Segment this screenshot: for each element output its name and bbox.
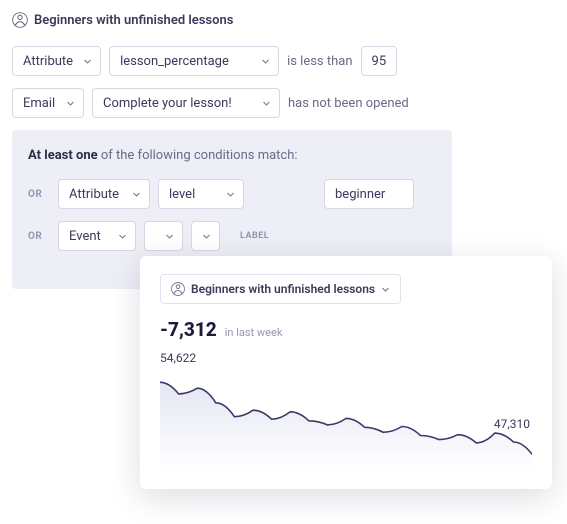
chart-segment-select[interactable]: Beginners with unfinished lessons: [160, 274, 401, 304]
segment-title-text: Beginners with unfinished lessons: [34, 13, 233, 28]
or-label: OR: [28, 231, 50, 242]
filter-email-status: has not been opened: [288, 96, 409, 111]
chevron-down-icon: [261, 57, 270, 66]
condition-operator-select[interactable]: [191, 221, 220, 251]
chevron-down-icon: [165, 232, 174, 241]
chart-svg: [160, 353, 532, 473]
condition-attribute-label: level: [169, 187, 195, 202]
chart-end-label: 47,310: [494, 417, 530, 431]
condition-value-input[interactable]: beginner: [324, 179, 414, 209]
chevron-down-icon: [381, 285, 390, 294]
or-label: OR: [28, 189, 50, 200]
chevron-down-icon: [226, 190, 235, 199]
chevron-down-icon: [202, 232, 211, 241]
condition-value: beginner: [335, 187, 385, 202]
filter-operator-text: is less than: [287, 54, 352, 69]
filter-attribute-label: lesson_percentage: [120, 54, 229, 69]
filter-row-attribute: Attribute lesson_percentage is less than…: [12, 46, 555, 76]
condition-attribute-select[interactable]: level: [158, 179, 244, 209]
filter-email-select[interactable]: Complete your lesson!: [92, 88, 280, 118]
audience-icon: [12, 12, 28, 28]
condition-attribute-select[interactable]: [144, 221, 183, 251]
condition-row: OR Event LABEL: [28, 221, 436, 251]
condition-type-label: Event: [69, 229, 101, 244]
filter-type-select[interactable]: Attribute: [12, 46, 101, 76]
chart-start-label: 54,622: [160, 351, 196, 365]
chart-card: Beginners with unfinished lessons -7,312…: [140, 256, 552, 489]
filter-type-label: Attribute: [23, 54, 73, 69]
chart-stat: -7,312 in last week: [160, 318, 532, 341]
filter-value-input[interactable]: 95: [361, 46, 398, 76]
segment-title: Beginners with unfinished lessons: [12, 12, 555, 28]
filter-row-email: Email Complete your lesson! has not been…: [12, 88, 555, 118]
filter-attribute-select[interactable]: lesson_percentage: [109, 46, 279, 76]
condition-type-select[interactable]: Attribute: [58, 179, 150, 209]
chevron-down-icon: [262, 99, 271, 108]
filter-value: 95: [372, 54, 387, 69]
conditions-title: At least one of the following conditions…: [28, 148, 436, 163]
chevron-down-icon: [83, 57, 92, 66]
filter-type-select[interactable]: Email: [12, 88, 84, 118]
chevron-down-icon: [132, 190, 141, 199]
chart-period: in last week: [225, 326, 283, 339]
condition-type-label: Attribute: [69, 187, 119, 202]
conditions-title-strong: At least one: [28, 148, 98, 163]
condition-label-tag: LABEL: [240, 231, 269, 241]
filter-email-label: Complete your lesson!: [103, 96, 232, 111]
chevron-down-icon: [118, 232, 127, 241]
condition-row: OR Attribute level beginner: [28, 179, 436, 209]
conditions-title-rest: of the following conditions match:: [98, 148, 298, 163]
chart-area: 54,622 47,310: [160, 353, 532, 473]
condition-type-select[interactable]: Event: [58, 221, 136, 251]
filter-type-label: Email: [23, 96, 55, 111]
chart-delta: -7,312: [160, 318, 217, 341]
chart-segment-label: Beginners with unfinished lessons: [191, 282, 375, 296]
chevron-down-icon: [66, 99, 75, 108]
audience-icon: [171, 282, 185, 296]
